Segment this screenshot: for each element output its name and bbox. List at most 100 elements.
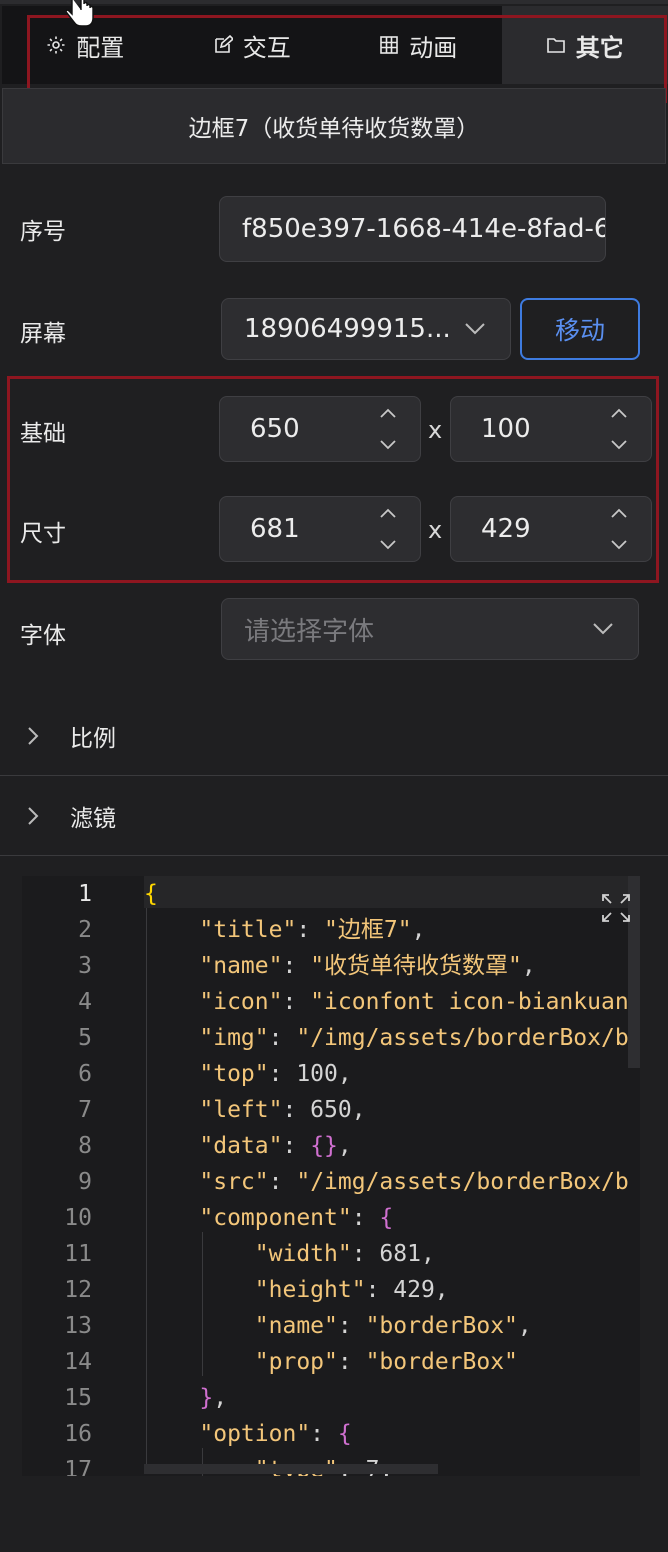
line-number: 15 — [64, 1385, 92, 1411]
chevron-down-icon[interactable] — [379, 439, 397, 451]
code-text: }, — [199, 1385, 228, 1411]
line-number: 10 — [64, 1205, 92, 1231]
chevron-down-icon[interactable] — [610, 439, 628, 451]
code-line: 16 "option": { — [22, 1416, 640, 1452]
line-number: 4 — [78, 989, 92, 1015]
chevron-down-icon — [465, 323, 485, 335]
tab-label: 动画 — [409, 33, 458, 62]
tab-other[interactable]: 其它 — [501, 6, 668, 84]
font-label: 字体 — [20, 623, 66, 649]
line-number: 9 — [78, 1169, 92, 1195]
line-number: 13 — [64, 1313, 92, 1339]
position-x-value: 650 — [250, 414, 300, 444]
collapse-ratio[interactable]: 比例 — [0, 696, 668, 776]
code-text: "component": { — [199, 1205, 394, 1231]
line-number: 5 — [78, 1025, 92, 1051]
code-line: 4 "icon": "iconfont icon-biankuang — [22, 984, 640, 1020]
code-text: "left": 650, — [199, 1097, 366, 1123]
collapse-filter[interactable]: 滤镜 — [0, 776, 668, 856]
component-title: 边框7（收货单待收货数罩） — [2, 88, 666, 164]
line-number: 12 — [64, 1277, 92, 1303]
chevron-down-icon[interactable] — [610, 539, 628, 551]
position-separator: x — [428, 416, 443, 444]
code-text: "src": "/img/assets/borderBox/b — [199, 1169, 629, 1195]
top-strip — [0, 0, 668, 4]
edit-icon — [214, 35, 233, 53]
screen-select[interactable]: 18906499915... — [221, 298, 511, 360]
screen-label: 屏幕 — [20, 321, 66, 347]
collapse-label: 滤镜 — [70, 806, 116, 832]
chevron-up-icon[interactable] — [610, 407, 628, 419]
chevron-up-icon[interactable] — [379, 507, 397, 519]
line-number: 1 — [78, 881, 92, 907]
code-line: 8 "data": {}, — [22, 1128, 640, 1164]
code-line: 13 "name": "borderBox", — [22, 1308, 640, 1344]
tab-label: 交互 — [242, 33, 291, 62]
tab-interaction[interactable]: 交互 — [169, 6, 336, 84]
line-number: 14 — [64, 1349, 92, 1375]
tab-label: 其它 — [575, 33, 624, 62]
line-number: 16 — [64, 1421, 92, 1447]
code-text: "img": "/img/assets/borderBox/b — [199, 1025, 629, 1051]
code-line: 12 "height": 429, — [22, 1272, 640, 1308]
chevron-right-icon — [28, 727, 39, 745]
hand-cursor-icon — [66, 0, 94, 27]
position-x-input[interactable]: 650 — [219, 396, 421, 462]
index-value: f850e397-1668-414e-8fad-6 — [242, 214, 606, 244]
tab-animation[interactable]: 动画 — [335, 6, 502, 84]
index-field[interactable]: f850e397-1668-414e-8fad-6 — [219, 196, 606, 262]
chevron-up-icon[interactable] — [610, 507, 628, 519]
line-number: 6 — [78, 1061, 92, 1087]
chevron-down-icon[interactable] — [379, 539, 397, 551]
divider — [0, 855, 668, 856]
size-height-value: 429 — [481, 514, 531, 544]
code-line: 7 "left": 650, — [22, 1092, 640, 1128]
tab-bar: 配置 交互 动画 其它 — [2, 6, 668, 84]
code-text: "icon": "iconfont icon-biankuang — [199, 989, 640, 1015]
code-line: 3 "name": "收货单待收货数罩", — [22, 948, 640, 984]
move-button[interactable]: 移动 — [520, 298, 640, 360]
code-text: { — [144, 881, 158, 907]
gear-icon — [47, 36, 65, 54]
code-line: 6 "top": 100, — [22, 1056, 640, 1092]
indent-guide — [146, 908, 147, 1472]
chevron-right-icon — [28, 807, 39, 825]
font-placeholder: 请选择字体 — [244, 616, 375, 647]
code-line: 1{ — [22, 876, 640, 912]
position-y-value: 100 — [481, 414, 531, 444]
position-y-input[interactable]: 100 — [450, 396, 652, 462]
horizontal-scrollbar[interactable] — [144, 1464, 438, 1474]
indent-guide — [202, 1232, 203, 1376]
size-label: 尺寸 — [20, 521, 66, 547]
json-editor[interactable]: 1{2 "title": "边框7", 3 "name": "收货单待收货数罩",… — [22, 876, 640, 1476]
size-width-value: 681 — [250, 514, 300, 544]
line-number: 2 — [78, 917, 92, 943]
line-number: 3 — [78, 953, 92, 979]
position-x-stepper[interactable] — [378, 407, 398, 451]
position-label: 基础 — [20, 421, 66, 447]
size-height-stepper[interactable] — [609, 507, 629, 551]
line-number: 11 — [64, 1241, 92, 1267]
line-number: 17 — [64, 1457, 92, 1476]
code-text: "top": 100, — [199, 1061, 352, 1087]
position-y-stepper[interactable] — [609, 407, 629, 451]
chevron-up-icon[interactable] — [379, 407, 397, 419]
fullscreen-icon[interactable] — [600, 892, 632, 924]
tab-label: 配置 — [76, 33, 125, 62]
size-height-input[interactable]: 429 — [450, 496, 652, 562]
code-line: 2 "title": "边框7", — [22, 912, 640, 948]
code-text: "title": "边框7", — [199, 917, 426, 943]
code-line: 5 "img": "/img/assets/borderBox/b — [22, 1020, 640, 1056]
folder-icon — [546, 38, 565, 53]
code-text: "option": { — [199, 1421, 352, 1447]
code-line: 9 "src": "/img/assets/borderBox/b — [22, 1164, 640, 1200]
screen-value: 18906499915... — [244, 314, 451, 344]
size-width-input[interactable]: 681 — [219, 496, 421, 562]
code-line: 11 "width": 681, — [22, 1236, 640, 1272]
grid-icon — [380, 36, 399, 54]
code-text: "height": 429, — [254, 1277, 449, 1303]
size-width-stepper[interactable] — [378, 507, 398, 551]
code-text: "width": 681, — [254, 1241, 435, 1267]
code-text: "prop": "borderBox" — [254, 1349, 518, 1375]
font-select[interactable]: 请选择字体 — [221, 598, 639, 660]
